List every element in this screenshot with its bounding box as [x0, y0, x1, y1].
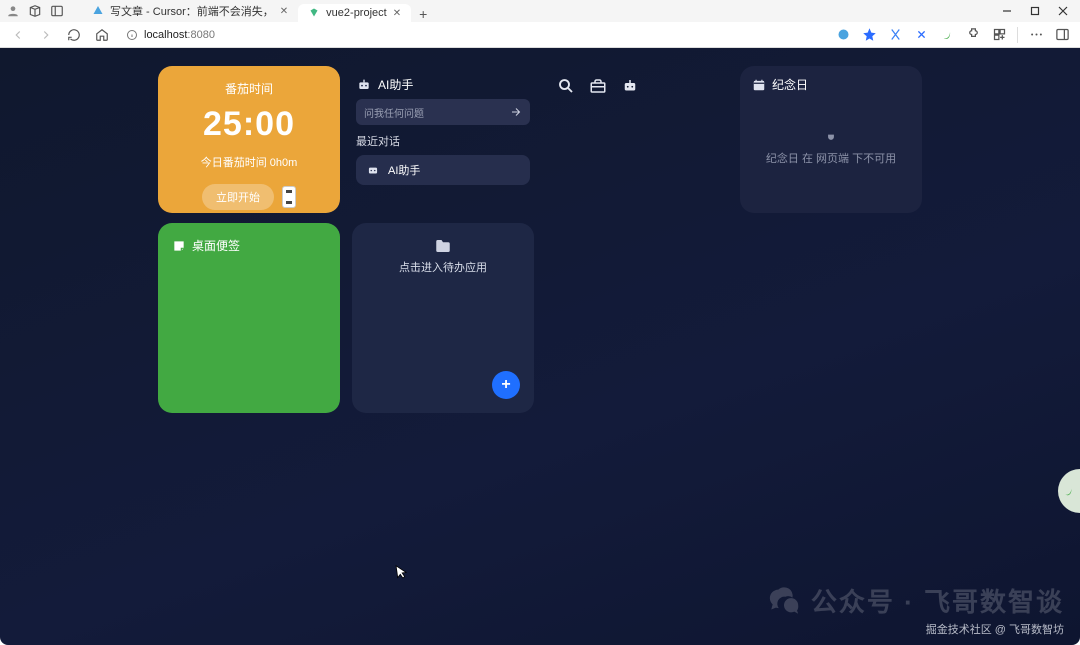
ai-title-row: AI助手 — [356, 76, 530, 93]
back-button[interactable] — [6, 23, 30, 47]
window-controls — [1000, 4, 1076, 18]
url-port: :8080 — [187, 29, 215, 41]
notes-title: 桌面便签 — [192, 237, 240, 254]
tab-close-1[interactable]: ✕ — [393, 8, 401, 19]
tab-label-1: vue2-project — [326, 7, 387, 19]
plug-icon — [824, 130, 838, 144]
timer-icon[interactable] — [282, 186, 296, 208]
widget-anniversary[interactable]: 纪念日 纪念日 在 网页端 下不可用 — [740, 66, 922, 213]
briefcase-icon[interactable] — [588, 76, 608, 96]
notes-title-row: 桌面便签 — [172, 237, 326, 254]
watermark: 公众号 · 飞哥数智谈 掘金技术社区 @ 飞哥数智坊 — [767, 582, 1064, 637]
anniversary-title: 纪念日 — [772, 76, 808, 93]
pomodoro-today: 今日番茄时间 0h0m — [201, 154, 298, 170]
tab-close-0[interactable]: ✕ — [280, 6, 288, 17]
ext-icon-4[interactable] — [939, 27, 955, 43]
ai-recent-item-label: AI助手 — [388, 162, 420, 178]
browser-tab-0[interactable]: 写文章 - Cursor：前端不会消失， ✕ — [82, 0, 298, 22]
forward-button[interactable] — [34, 23, 58, 47]
todo-hint: 点击进入待办应用 — [399, 259, 487, 275]
widget-grid: 番茄时间 25:00 今日番茄时间 0h0m 立即开始 AI助手 问我任何问题 — [158, 66, 922, 370]
window-titlebar: 写文章 - Cursor：前端不会消失， ✕ vue2-project ✕ + — [0, 0, 1080, 22]
ai-input-placeholder: 问我任何问题 — [364, 105, 424, 120]
pomodoro-title: 番茄时间 — [225, 80, 273, 97]
home-button[interactable] — [90, 23, 114, 47]
url-host: localhost — [144, 29, 187, 41]
site-info-icon[interactable] — [126, 29, 138, 41]
pomodoro-start-button[interactable]: 立即开始 — [202, 184, 274, 210]
ai-title: AI助手 — [378, 76, 413, 93]
calendar-icon — [752, 78, 766, 92]
anniversary-body: 纪念日 在 网页端 下不可用 — [752, 93, 910, 203]
ext-icon-2[interactable] — [887, 27, 903, 43]
robot-icon — [356, 77, 372, 93]
widget-tools — [546, 66, 728, 213]
ai-input[interactable]: 问我任何问题 — [356, 99, 530, 125]
widget-ai-assistant[interactable]: AI助手 问我任何问题 最近对话 AI助手 — [352, 66, 534, 213]
url-text: localhost:8080 — [144, 29, 823, 41]
close-button[interactable] — [1056, 4, 1070, 18]
panel-icon[interactable] — [50, 4, 64, 18]
toolbar-actions — [835, 27, 1074, 43]
browser-tab-1[interactable]: vue2-project ✕ — [298, 4, 411, 22]
watermark-main: 公众号 · 飞哥数智谈 — [811, 582, 1064, 619]
watermark-sub: 掘金技术社区 @ 飞哥数智坊 — [767, 621, 1064, 637]
favorite-icon[interactable] — [861, 27, 877, 43]
sidebar-toggle-icon[interactable] — [1054, 27, 1070, 43]
tab-label-0: 写文章 - Cursor：前端不会消失， — [110, 3, 274, 19]
refresh-button[interactable] — [62, 23, 86, 47]
side-assistant-tab[interactable] — [1058, 469, 1080, 513]
address-bar: localhost:8080 — [0, 22, 1080, 48]
new-tab-button[interactable]: + — [411, 6, 435, 22]
profile-icon[interactable] — [6, 4, 20, 18]
pomodoro-actions: 立即开始 — [202, 184, 296, 210]
extensions-icon[interactable] — [965, 27, 981, 43]
widget-pomodoro[interactable]: 番茄时间 25:00 今日番茄时间 0h0m 立即开始 — [158, 66, 340, 213]
ext-icon-3[interactable] — [913, 27, 929, 43]
anniversary-title-row: 纪念日 — [752, 76, 910, 93]
ai-recent-item[interactable]: AI助手 — [356, 155, 530, 185]
wechat-icon — [767, 584, 801, 618]
app-viewport: 番茄时间 25:00 今日番茄时间 0h0m 立即开始 AI助手 问我任何问题 — [0, 48, 1080, 645]
tab-strip: 写文章 - Cursor：前端不会消失， ✕ vue2-project ✕ + — [82, 0, 435, 22]
add-todo-button[interactable]: + — [492, 371, 520, 399]
pomodoro-time: 25:00 — [203, 105, 295, 144]
send-icon[interactable] — [510, 106, 522, 118]
ai-recent-label: 最近对话 — [356, 133, 530, 149]
tab-favicon-1 — [308, 7, 320, 19]
workspace-icon[interactable] — [28, 4, 42, 18]
widget-notes[interactable]: 桌面便签 — [158, 223, 340, 413]
robot-tool-icon[interactable] — [620, 76, 640, 96]
search-icon[interactable] — [556, 76, 576, 96]
note-icon — [172, 239, 186, 253]
minimize-button[interactable] — [1000, 4, 1014, 18]
more-icon[interactable] — [1028, 27, 1044, 43]
widget-todo[interactable]: 点击进入待办应用 + — [352, 223, 534, 413]
ext-icon-1[interactable] — [835, 27, 851, 43]
divider — [1017, 27, 1018, 43]
titlebar-left: 写文章 - Cursor：前端不会消失， ✕ vue2-project ✕ + — [4, 0, 435, 22]
anniversary-unavailable: 纪念日 在 网页端 下不可用 — [766, 150, 896, 166]
maximize-button[interactable] — [1028, 4, 1042, 18]
folder-icon — [434, 237, 452, 255]
robot-icon-small — [366, 163, 380, 177]
url-bar[interactable]: localhost:8080 — [118, 27, 831, 43]
mouse-cursor — [395, 563, 409, 581]
tab-favicon-0 — [92, 5, 104, 17]
collections-icon[interactable] — [991, 27, 1007, 43]
